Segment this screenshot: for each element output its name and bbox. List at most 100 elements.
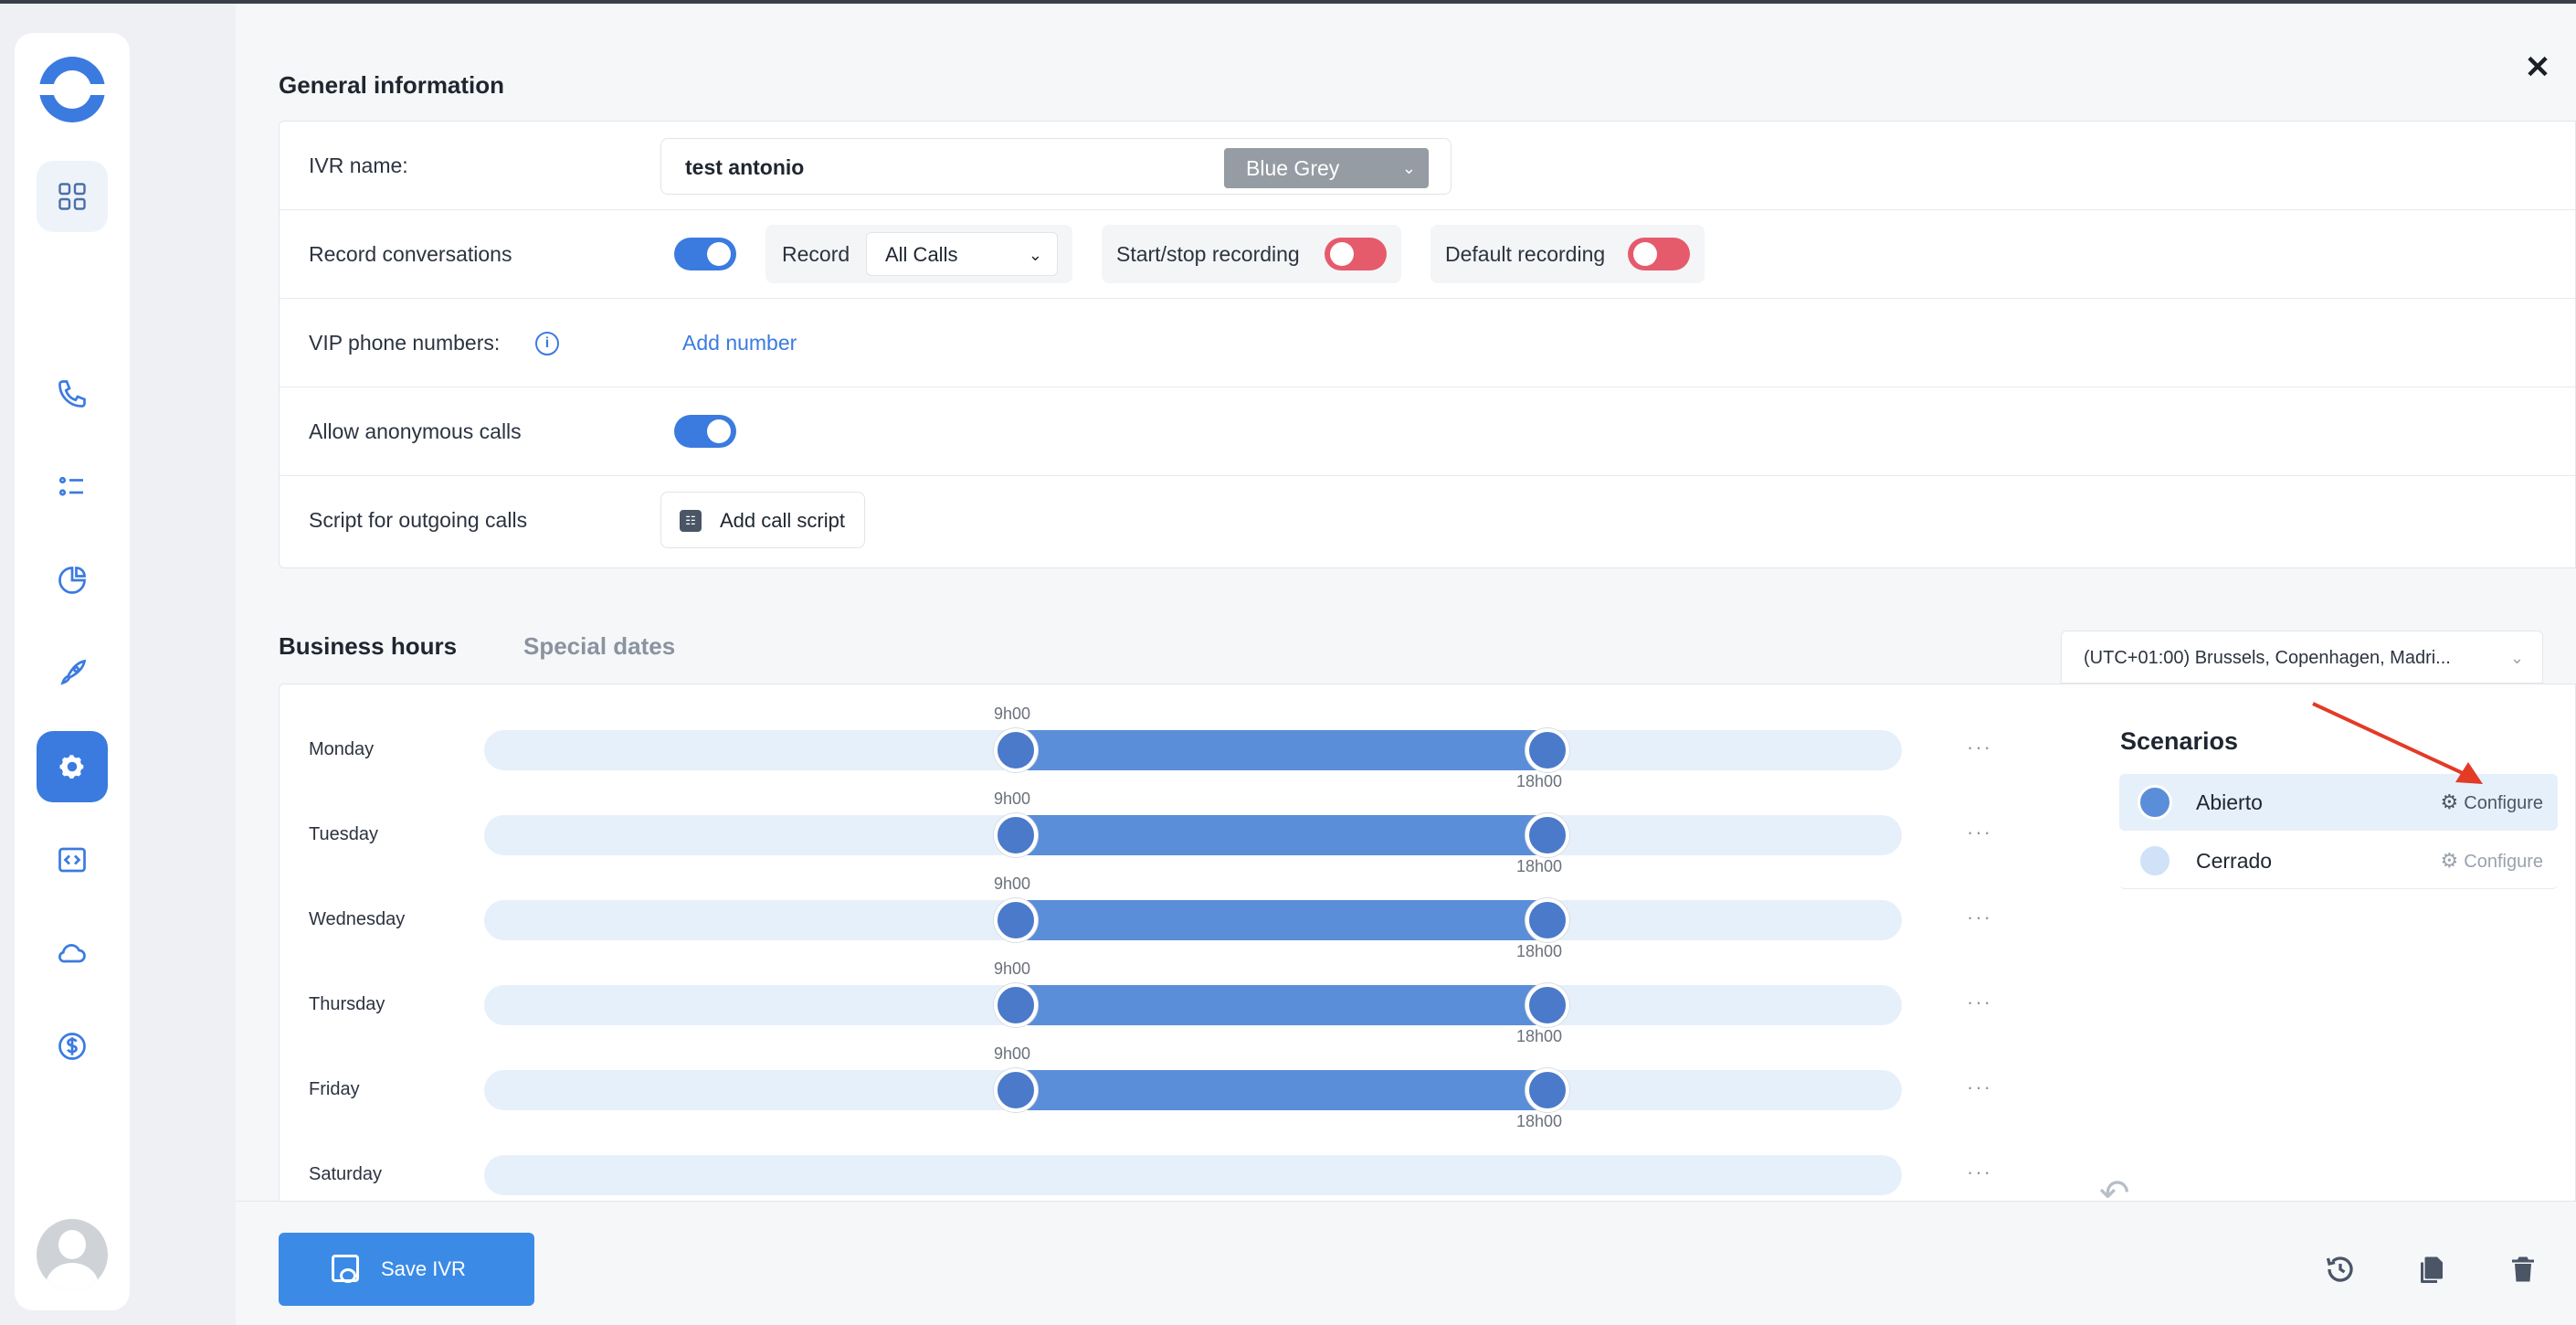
scenarios-title: Scenarios [2120,727,2239,755]
default-recording-label: Default recording [1445,242,1606,266]
add-call-script-button[interactable]: ☷ Add call script [660,492,865,548]
close-icon[interactable]: ✕ [2519,49,2556,86]
scenario-name: Abierto [2196,790,2263,814]
record-conversations-row: Record conversations Record All Calls ⌄ … [280,210,2575,299]
day-label: Friday [309,1079,360,1099]
hours-range [1016,1070,1547,1110]
color-select[interactable]: Blue Grey ⌄ [1224,148,1429,188]
add-number-link[interactable]: Add number [682,299,797,387]
tab-business-hours[interactable]: Business hours [279,632,457,661]
default-recording-toggle[interactable] [1628,238,1690,270]
trash-icon[interactable] [2507,1253,2539,1286]
slider-handle-start[interactable] [994,898,1038,942]
end-time-label: 18h00 [1516,772,1563,790]
save-ivr-button[interactable]: Save IVR [279,1233,534,1306]
ivr-name-row: IVR name: test antonio Blue Grey ⌄ [280,122,2575,210]
hours-slider-track[interactable] [484,1155,1902,1195]
script-label: Script for outgoing calls [309,508,528,532]
end-time-label: 18h00 [1516,1112,1563,1130]
scenario-color-dot [2138,843,2172,878]
annotation-arrow-icon [2312,702,2483,784]
slider-handle-start[interactable] [994,813,1038,857]
user-avatar[interactable] [37,1219,108,1290]
hours-slider-track[interactable] [484,983,1902,1027]
more-options-icon[interactable]: ··· [1967,821,1992,844]
day-label: Thursday [309,994,385,1014]
slider-handle-end[interactable] [1526,813,1569,857]
record-mode-group: Record All Calls ⌄ [765,225,1072,283]
pie-chart-icon[interactable] [37,545,108,616]
more-options-icon[interactable]: ··· [1967,736,1992,759]
more-options-icon[interactable]: ··· [1967,1161,1992,1184]
info-icon[interactable]: i [535,332,559,355]
tab-special-dates[interactable]: Special dates [523,632,675,661]
slider-handle-start[interactable] [994,728,1038,772]
hours-slider-track[interactable] [484,728,1902,772]
gear-icon: ⚙ [2440,849,2459,872]
general-info-card: IVR name: test antonio Blue Grey ⌄ Recor… [279,121,2576,568]
section-title-general: General information [279,71,505,99]
anonymous-calls-toggle[interactable] [674,415,736,448]
scenario-item-cerrado[interactable]: Cerrado ⚙ Configure [2119,832,2558,889]
ivr-editor-panel: ✕ General information IVR name: test ant… [236,4,2576,1325]
history-icon[interactable] [2324,1253,2357,1286]
list-icon[interactable] [37,451,108,523]
cloud-icon[interactable] [37,917,108,989]
app-logo[interactable] [39,57,105,122]
timezone-select[interactable]: (UTC+01:00) Brussels, Copenhagen, Madri.… [2061,631,2543,684]
start-time-label: 9h00 [994,874,1031,893]
record-mode-select[interactable]: All Calls ⌄ [866,232,1058,276]
day-label: Saturday [309,1164,383,1184]
start-stop-toggle[interactable] [1325,238,1387,270]
record-conversations-toggle[interactable] [674,238,736,270]
start-time-label: 9h00 [994,959,1031,978]
day-label: Monday [309,739,375,759]
code-icon[interactable] [37,824,108,896]
settings-icon[interactable] [37,731,108,802]
business-hours-card: Monday 9h00 18h00 ··· Tuesday 9h00 18h00 ··· Wed… [279,684,2576,1204]
apps-grid-icon[interactable] [37,161,108,232]
end-time-label: 18h00 [1516,1027,1563,1045]
day-label: Wednesday [309,909,406,929]
scenario-name: Cerrado [2196,849,2273,873]
undo-icon[interactable]: ↶ [2099,1172,2130,1203]
sidebar [15,33,130,1310]
more-options-icon[interactable]: ··· [1967,906,1992,929]
hours-range [1016,730,1547,770]
ivr-name-input[interactable]: test antonio Blue Grey ⌄ [660,138,1452,195]
start-stop-label: Start/stop recording [1116,242,1300,266]
hours-range [1016,900,1547,940]
script-row: Script for outgoing calls ☷ Add call scr… [280,476,2575,565]
start-stop-group: Start/stop recording [1102,225,1401,283]
end-time-label: 18h00 [1516,942,1563,960]
record-conversations-label: Record conversations [309,242,512,266]
slider-handle-start[interactable] [994,983,1038,1027]
scenario-color-dot [2138,785,2172,820]
billing-icon[interactable] [37,1011,108,1082]
configure-button[interactable]: ⚙ Configure [2441,832,2543,890]
more-options-icon[interactable]: ··· [1967,1076,1992,1099]
start-time-label: 9h00 [994,1044,1031,1063]
checklist-icon: ☷ [680,510,702,532]
slider-handle-start[interactable] [994,1068,1038,1112]
hours-range [1016,815,1547,855]
anonymous-calls-row: Allow anonymous calls [280,387,2575,476]
rocket-icon[interactable] [37,638,108,709]
hours-slider-track[interactable] [484,898,1902,942]
slider-handle-end[interactable] [1526,728,1569,772]
slider-handle-end[interactable] [1526,1068,1569,1112]
record-mode-label: Record [782,242,850,266]
hours-slider-track[interactable] [484,1068,1902,1112]
slider-handle-end[interactable] [1526,983,1569,1027]
save-ivr-label: Save IVR [381,1257,466,1280]
copy-icon[interactable] [2415,1253,2448,1286]
slider-handle-end[interactable] [1526,898,1569,942]
more-options-icon[interactable]: ··· [1967,991,1992,1014]
vip-label: VIP phone numbers: [309,331,501,355]
vip-row: VIP phone numbers: i Add number [280,299,2575,387]
chevron-down-icon: ⌄ [1401,159,1416,177]
hours-range [1016,985,1547,1025]
save-icon [332,1255,359,1283]
hours-slider-track[interactable] [484,813,1902,857]
phone-icon[interactable] [37,358,108,429]
